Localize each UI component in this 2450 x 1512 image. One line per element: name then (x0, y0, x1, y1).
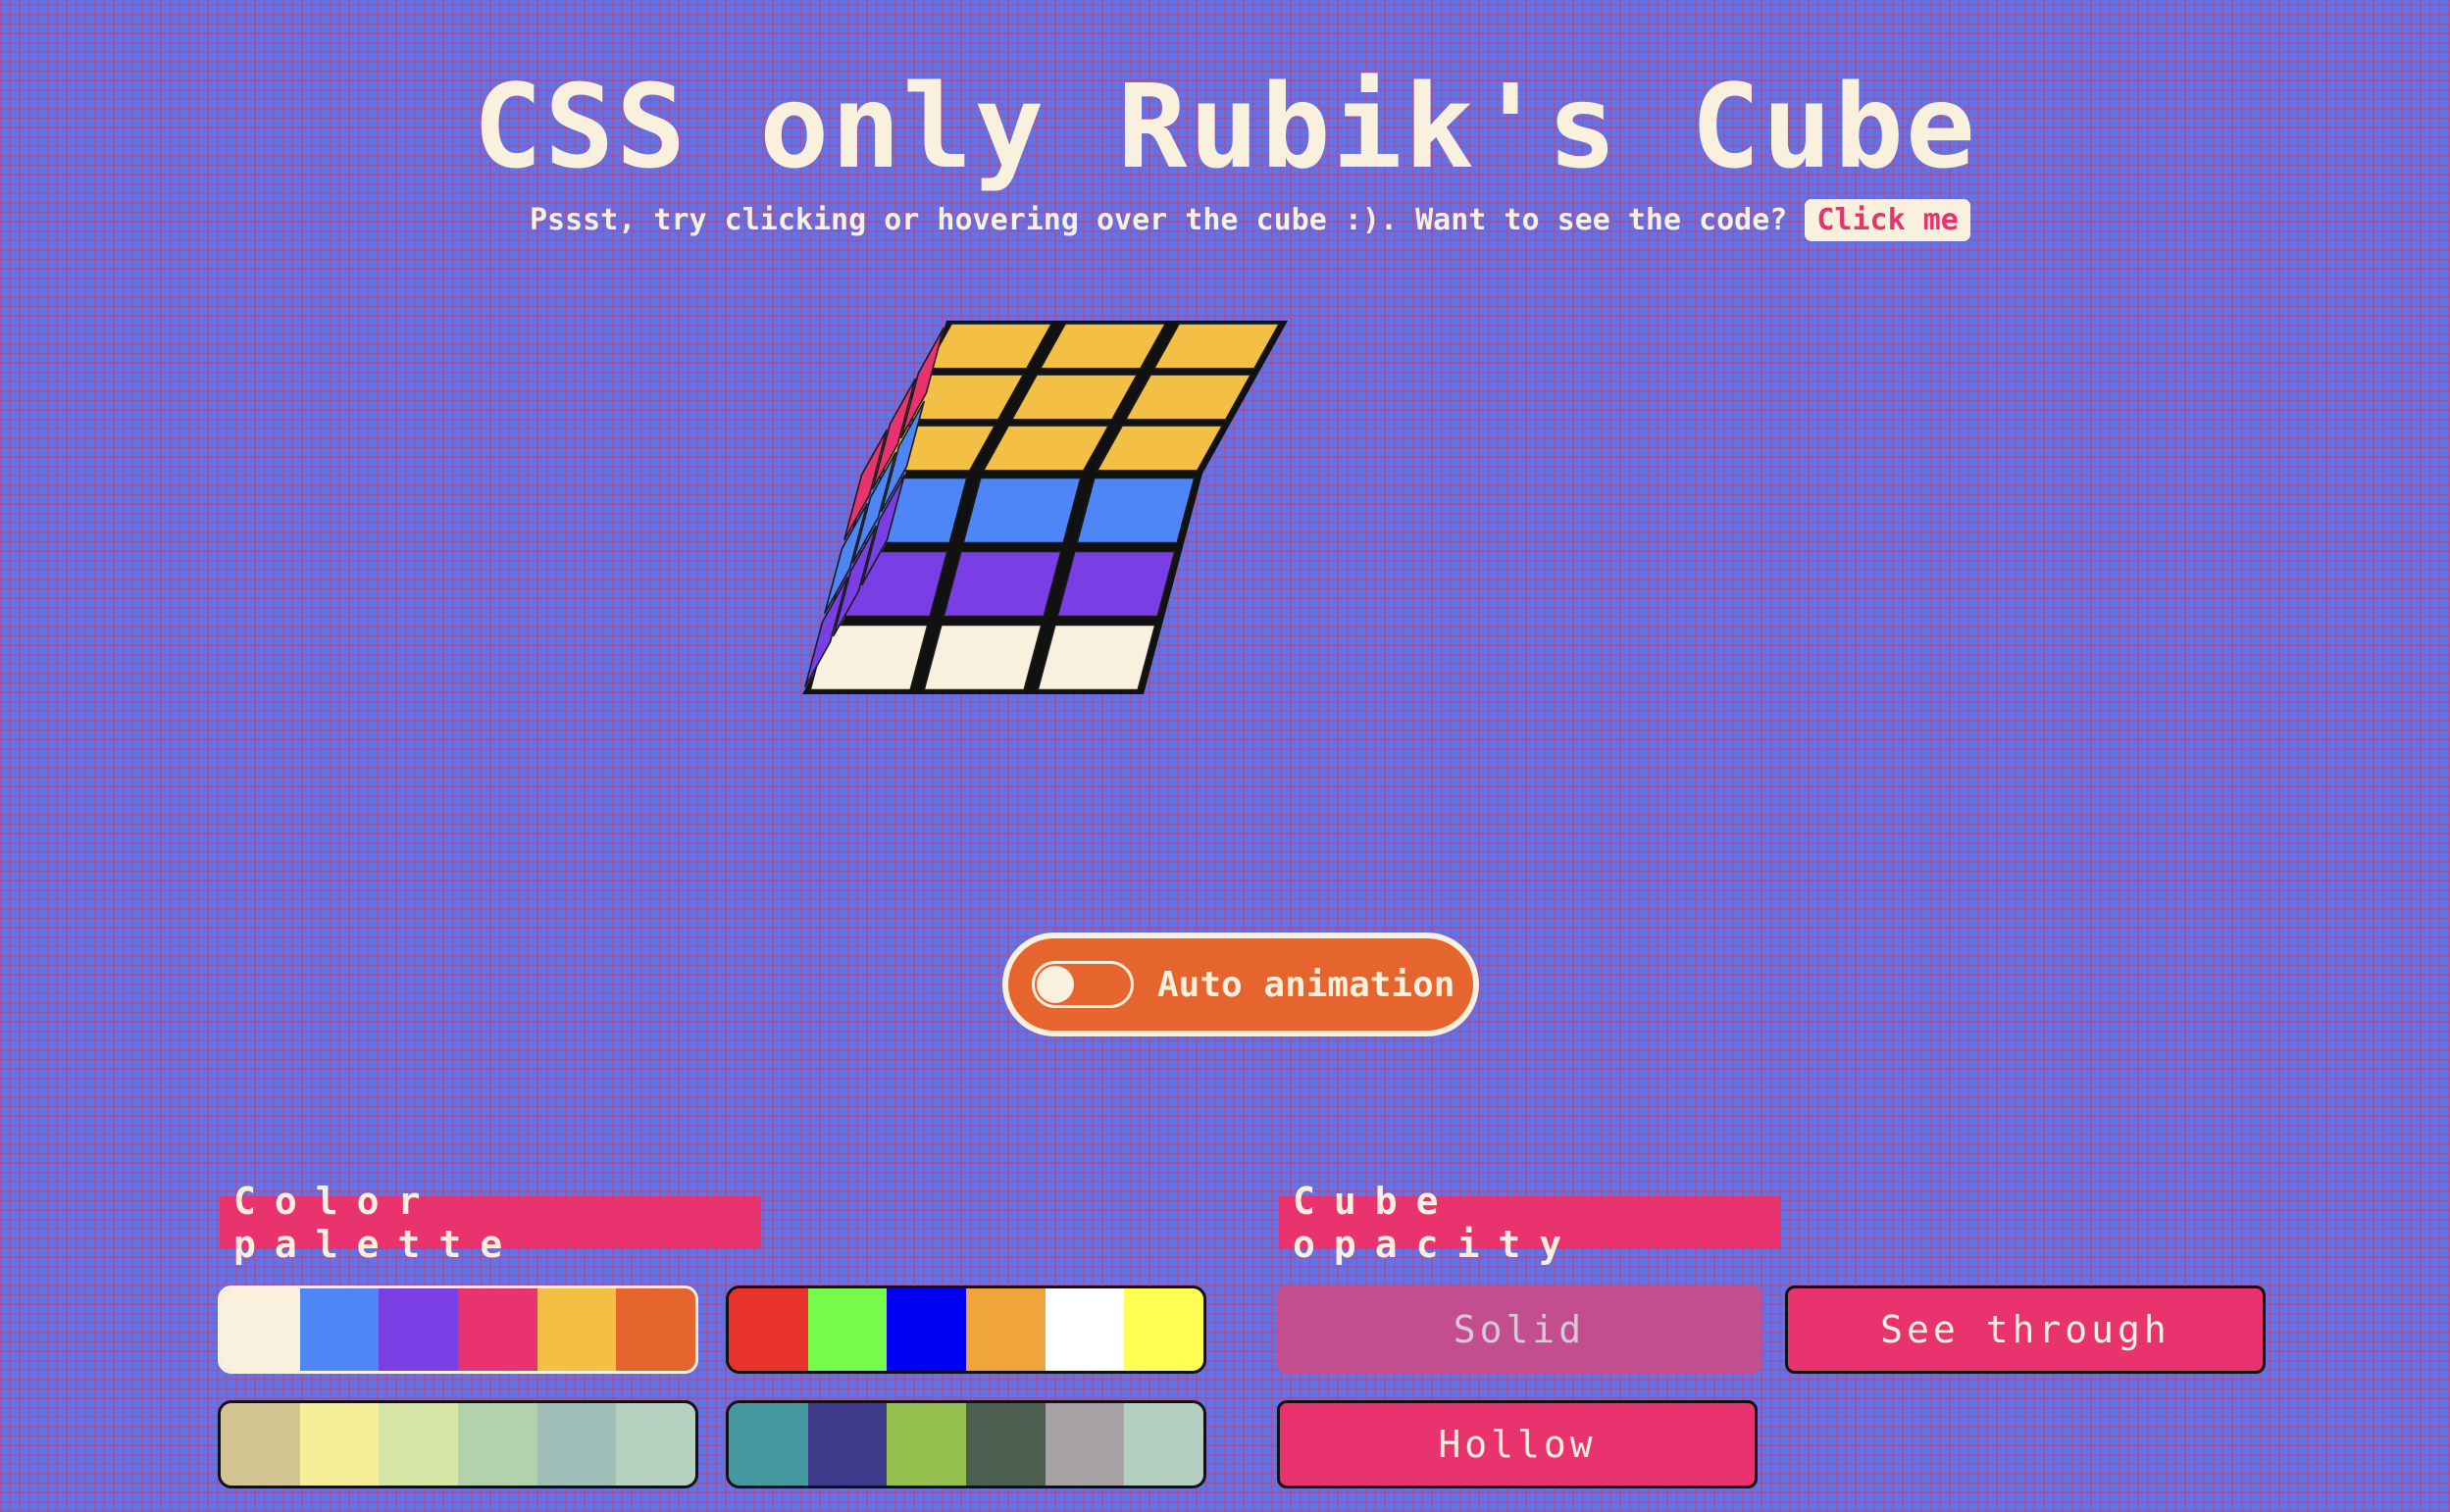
palette-swatch (616, 1403, 695, 1486)
cube-sticker-front[interactable] (1076, 477, 1196, 544)
palette-swatch (1124, 1288, 1203, 1371)
palette-swatch (729, 1403, 808, 1486)
opacity-solid-button[interactable]: Solid (1277, 1285, 1761, 1374)
palette-swatch (729, 1288, 808, 1371)
subtitle: Pssst, try clicking or hovering over the… (530, 196, 1970, 243)
palette-swatch (1045, 1403, 1125, 1486)
cube-sticker-front[interactable] (1037, 624, 1156, 691)
palette-swatch (1045, 1288, 1125, 1371)
palette-swatch (966, 1403, 1046, 1486)
view-code-link[interactable]: Click me (1805, 198, 1970, 241)
rubiks-cube[interactable] (794, 309, 1501, 917)
palette-swatch (536, 1403, 617, 1486)
cube-graphic[interactable] (794, 309, 1501, 917)
palette-swatch (221, 1288, 300, 1371)
palette-swatch (536, 1288, 617, 1371)
cube-opacity-heading: Cube opacity (1279, 1180, 1781, 1266)
palette-swatch (458, 1288, 537, 1371)
toggle-switch[interactable] (1032, 961, 1134, 1008)
palette-swatch (616, 1288, 695, 1371)
palette-swatch (887, 1403, 967, 1486)
auto-animation-label: Auto animation (1157, 964, 1455, 1005)
palette-swatch (807, 1288, 888, 1371)
palette-swatch (887, 1288, 967, 1371)
color-palette-option[interactable] (726, 1400, 1206, 1488)
subtitle-text: Pssst, try clicking or hovering over the… (530, 202, 1788, 237)
color-palette-option[interactable] (726, 1285, 1206, 1374)
palette-swatch (379, 1403, 459, 1486)
page-title: CSS only Rubik's Cube (473, 59, 1977, 194)
color-palette-heading: Color palette (220, 1180, 761, 1266)
palette-swatch (1124, 1403, 1203, 1486)
opacity-see-through-button[interactable]: See through (1785, 1285, 2266, 1374)
palette-swatch (966, 1288, 1046, 1371)
auto-animation-toggle[interactable]: Auto animation (1002, 932, 1479, 1036)
palette-swatch (379, 1288, 459, 1371)
palette-swatch (807, 1403, 888, 1486)
color-palette-option[interactable] (218, 1285, 698, 1374)
palette-swatch (299, 1288, 380, 1371)
cube-sticker-front[interactable] (1056, 550, 1176, 618)
toggle-knob (1037, 966, 1074, 1003)
opacity-hollow-button[interactable]: Hollow (1277, 1400, 1758, 1488)
cube-sticker-front[interactable] (943, 550, 1062, 618)
palette-swatch (221, 1403, 300, 1486)
palette-swatch (458, 1403, 537, 1486)
cube-sticker-front[interactable] (923, 624, 1043, 691)
cube-sticker-front[interactable] (962, 477, 1082, 544)
color-palette-option[interactable] (218, 1400, 698, 1488)
palette-swatch (299, 1403, 380, 1486)
